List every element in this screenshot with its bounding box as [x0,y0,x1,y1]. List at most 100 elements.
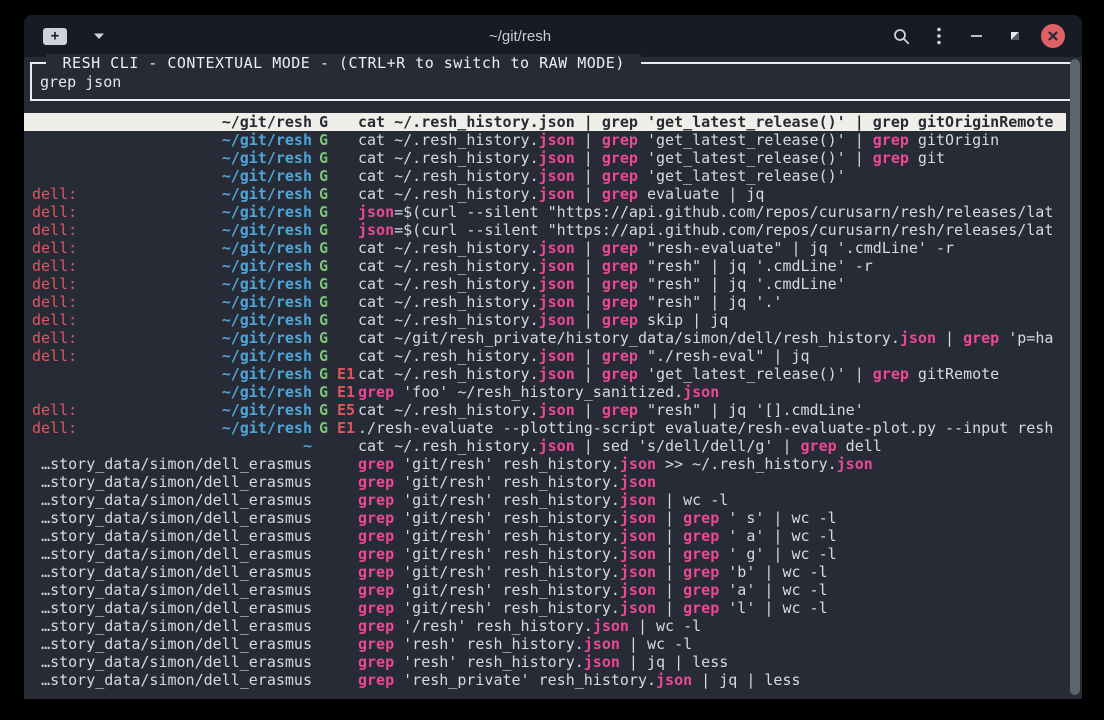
history-row[interactable]: …story_data/simon/dell_erasmusgrep 'git/… [24,491,1066,509]
tab-dropdown-button[interactable] [84,21,114,51]
flag-g: G [319,275,328,293]
history-row[interactable]: …story_data/simon/dell_erasmusgrep 'git/… [24,563,1066,581]
history-row[interactable]: …story_data/simon/dell_erasmusgrep 'resh… [24,653,1066,671]
match-highlight: grep [358,473,394,491]
command-text: grep 'foo' ~/resh_history_sanitized.json [358,383,1066,401]
history-row[interactable]: dell:~/git/reshGcat ~/.resh_history.json… [24,257,1066,275]
match-highlight: grep [963,329,999,347]
history-row[interactable]: dell:~/git/reshGcat ~/.resh_history.json… [24,185,1066,203]
flag-g: G [319,365,328,383]
match-highlight: grep [873,365,909,383]
host-dir-column: …story_data/simon/dell_erasmus [32,671,312,689]
command-segment: | wc -l [620,635,692,653]
history-row[interactable]: dell:~/git/reshGE5cat ~/.resh_history.js… [24,401,1066,419]
command-segment: | [575,239,602,257]
command-segment: cat ~/.resh_history. [358,185,539,203]
command-segment: "./resh-eval" | jq [638,347,810,365]
scrollbar[interactable] [1070,59,1080,695]
command-segment: cat ~/.resh_history. [358,365,539,383]
history-row[interactable]: …story_data/simon/dell_erasmusgrep '/res… [24,617,1066,635]
command-segment: cat ~/.resh_history. [358,239,539,257]
match-highlight: grep [358,653,394,671]
command-segment: 'resh' resh_history. [394,635,584,653]
flags-column [312,509,358,527]
command-segment: ' s' | wc -l [719,509,836,527]
command-segment: | [575,275,602,293]
match-highlight: json [539,167,575,185]
history-row[interactable]: ~/git/reshGcat ~/.resh_history.json | gr… [24,131,1066,149]
flag-g: G [319,221,328,239]
history-row[interactable]: …story_data/simon/dell_erasmusgrep 'git/… [24,509,1066,527]
command-segment: | [575,149,602,167]
command-segment: 'git/resh' resh_history. [394,491,620,509]
history-row[interactable]: …story_data/simon/dell_erasmusgrep 'resh… [24,635,1066,653]
history-row[interactable]: dell:~/git/reshGcat ~/.resh_history.json… [24,347,1066,365]
match-highlight: json [900,329,936,347]
history-row[interactable]: …story_data/simon/dell_erasmusgrep 'git/… [24,581,1066,599]
match-highlight: grep [873,113,909,131]
minimize-button[interactable] [962,21,992,51]
history-row[interactable]: ~/git/reshGE1cat ~/.resh_history.json | … [24,365,1066,383]
match-highlight: json [539,347,575,365]
chevron-down-icon [93,32,105,40]
flag-g: G [319,383,328,401]
history-row[interactable]: …story_data/simon/dell_erasmusgrep 'resh… [24,671,1066,689]
command-segment: cat ~/.resh_history. [358,113,539,131]
match-highlight: grep [358,581,394,599]
directory-label: ~/git/resh [222,401,312,419]
directory-label: ~/git/resh [222,113,312,131]
history-row[interactable]: dell:~/git/reshGcat ~/.resh_history.json… [24,311,1066,329]
command-segment: 'b' | wc -l [719,563,827,581]
search-button[interactable] [886,21,916,51]
history-row[interactable]: dell:~/git/reshGcat ~/.resh_history.json… [24,239,1066,257]
restore-button[interactable] [1000,21,1030,51]
match-highlight: json [358,221,394,239]
history-row[interactable]: dell:~/git/reshGcat ~/git/resh_private/h… [24,329,1066,347]
terminal-window: + ~/git/resh [24,15,1082,699]
history-row[interactable]: …story_data/simon/dell_erasmusgrep 'git/… [24,599,1066,617]
history-row[interactable]: ~/git/reshGE1grep 'foo' ~/resh_history_s… [24,383,1066,401]
command-segment: dell [837,437,882,455]
match-highlight: grep [602,257,638,275]
command-segment: | sed 's/dell/dell/g' | [575,437,801,455]
history-row[interactable]: …story_data/simon/dell_erasmusgrep 'git/… [24,545,1066,563]
history-row[interactable]: ~cat ~/.resh_history.json | sed 's/dell/… [24,437,1066,455]
history-row[interactable]: dell:~/git/reshGcat ~/.resh_history.json… [24,293,1066,311]
match-highlight: grep [801,437,837,455]
new-tab-button[interactable]: + [40,21,70,51]
history-row[interactable]: ~/git/reshGcat ~/.resh_history.json | gr… [24,113,1066,131]
host-dir-column: ~ [32,437,312,455]
history-row[interactable]: dell:~/git/reshGjson=$(curl --silent "ht… [24,221,1066,239]
history-row[interactable]: ~/git/reshGcat ~/.resh_history.json | gr… [24,149,1066,167]
history-row[interactable]: dell:~/git/reshGcat ~/.resh_history.json… [24,275,1066,293]
host-label: dell: [32,185,77,203]
close-button[interactable] [1038,21,1068,51]
flags-column [312,563,358,581]
directory-label: ~/git/resh [222,293,312,311]
command-segment: gitRemote [909,365,999,383]
host-dir-column: dell:~/git/resh [32,239,312,257]
match-highlight: grep [683,563,719,581]
restore-icon [1009,30,1021,42]
match-highlight: grep [358,671,394,689]
directory-label: ~/git/resh [222,383,312,401]
flags-column: GE1 [312,419,358,437]
directory-label: ~/git/resh [222,167,312,185]
host-dir-column: …story_data/simon/dell_erasmus [32,635,312,653]
host-label: dell: [32,275,77,293]
history-row[interactable]: dell:~/git/reshGE1./resh-evaluate --plot… [24,419,1066,437]
menu-kebab-icon [937,27,941,45]
host-dir-column: …story_data/simon/dell_erasmus [32,563,312,581]
match-highlight: json [656,671,692,689]
command-segment: cat ~/.resh_history. [358,437,539,455]
command-segment: cat ~/.resh_history. [358,293,539,311]
menu-button[interactable] [924,21,954,51]
history-row[interactable]: dell:~/git/reshGjson=$(curl --silent "ht… [24,203,1066,221]
history-row[interactable]: ~/git/reshGcat ~/.resh_history.json | gr… [24,167,1066,185]
flags-column: G [312,167,358,185]
history-row[interactable]: …story_data/simon/dell_erasmusgrep 'git/… [24,473,1066,491]
match-highlight: json [620,527,656,545]
history-row[interactable]: …story_data/simon/dell_erasmusgrep 'git/… [24,527,1066,545]
history-row[interactable]: …story_data/simon/dell_erasmusgrep 'git/… [24,455,1066,473]
directory-label: ~/git/resh [222,275,312,293]
